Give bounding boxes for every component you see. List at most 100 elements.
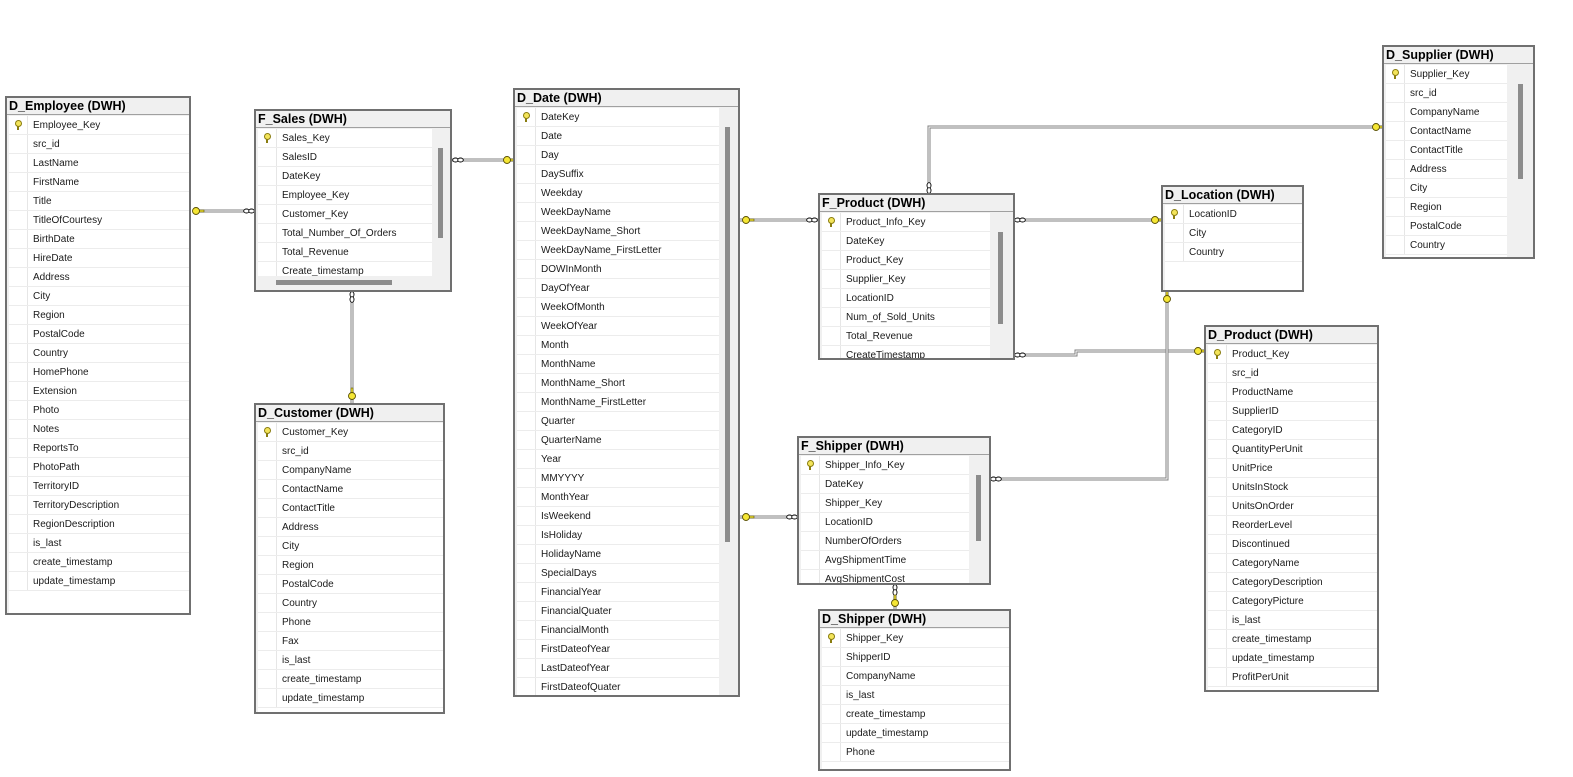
row-selector[interactable] <box>517 393 536 411</box>
horizontal-scrollbar-thumb[interactable] <box>276 280 392 285</box>
column-row[interactable]: Total_Revenue <box>258 243 432 262</box>
table-title[interactable]: D_Employee (DWH) <box>7 98 189 115</box>
row-selector[interactable] <box>258 499 277 517</box>
column-row[interactable]: PhotoPath <box>9 458 189 477</box>
row-selector[interactable] <box>1386 217 1405 235</box>
row-selector[interactable] <box>822 686 841 704</box>
row-selector[interactable] <box>258 689 277 707</box>
row-selector[interactable] <box>1208 364 1227 382</box>
row-selector[interactable] <box>9 268 28 286</box>
column-row[interactable]: City <box>1165 224 1302 243</box>
column-row[interactable]: CategoryDescription <box>1208 573 1377 592</box>
link-fsales-dcustomer[interactable] <box>348 291 356 403</box>
row-selector[interactable] <box>9 154 28 172</box>
column-row[interactable]: FirstName <box>9 173 189 192</box>
row-selector[interactable] <box>822 213 841 231</box>
row-selector[interactable] <box>822 251 841 269</box>
row-selector[interactable] <box>258 556 277 574</box>
row-selector[interactable] <box>517 260 536 278</box>
vertical-scrollbar-thumb[interactable] <box>1518 84 1523 179</box>
column-row[interactable]: SupplierID <box>1208 402 1377 421</box>
row-selector[interactable] <box>517 241 536 259</box>
row-selector[interactable] <box>1208 440 1227 458</box>
row-selector[interactable] <box>1208 516 1227 534</box>
row-selector[interactable] <box>517 507 536 525</box>
column-row[interactable]: UnitsOnOrder <box>1208 497 1377 516</box>
row-selector[interactable] <box>822 346 841 358</box>
column-row[interactable]: HomePhone <box>9 363 189 382</box>
row-selector[interactable] <box>258 480 277 498</box>
column-row[interactable]: BirthDate <box>9 230 189 249</box>
row-selector[interactable] <box>9 363 28 381</box>
row-selector[interactable] <box>258 613 277 631</box>
row-selector[interactable] <box>258 186 277 204</box>
vertical-scrollbar-thumb[interactable] <box>725 127 730 542</box>
column-row[interactable]: ProductName <box>1208 383 1377 402</box>
row-selector[interactable] <box>517 526 536 544</box>
column-row[interactable]: DaySuffix <box>517 165 719 184</box>
row-selector[interactable] <box>258 632 277 650</box>
row-selector[interactable] <box>517 317 536 335</box>
column-row[interactable]: TitleOfCourtesy <box>9 211 189 230</box>
row-selector[interactable] <box>517 678 536 695</box>
vertical-scrollbar-thumb[interactable] <box>438 148 443 238</box>
row-selector[interactable] <box>9 249 28 267</box>
column-row[interactable]: ReorderLevel <box>1208 516 1377 535</box>
row-selector[interactable] <box>9 230 28 248</box>
row-selector[interactable] <box>258 148 277 166</box>
row-selector[interactable] <box>9 477 28 495</box>
column-row[interactable]: QuarterName <box>517 431 719 450</box>
column-row[interactable]: Quarter <box>517 412 719 431</box>
row-selector[interactable] <box>517 583 536 601</box>
row-selector[interactable] <box>258 670 277 688</box>
column-row[interactable]: RegionDescription <box>9 515 189 534</box>
column-row[interactable]: Supplier_Key <box>822 270 990 289</box>
column-row[interactable]: Title <box>9 192 189 211</box>
column-row[interactable]: Phone <box>258 613 443 632</box>
column-row[interactable]: City <box>258 537 443 556</box>
row-selector[interactable] <box>258 651 277 669</box>
column-row[interactable]: Region <box>1386 198 1507 217</box>
row-selector[interactable] <box>1386 103 1405 121</box>
link-fproduct-dlocation[interactable] <box>1014 216 1164 224</box>
row-selector[interactable] <box>1208 592 1227 610</box>
column-row[interactable]: Day <box>517 146 719 165</box>
column-row[interactable]: Supplier_Key <box>1386 65 1507 84</box>
row-selector[interactable] <box>822 743 841 761</box>
row-selector[interactable] <box>822 724 841 742</box>
row-selector[interactable] <box>258 594 277 612</box>
column-row[interactable]: DOWInMonth <box>517 260 719 279</box>
column-row[interactable]: update_timestamp <box>1208 649 1377 668</box>
row-selector[interactable] <box>517 640 536 658</box>
column-row[interactable]: is_last <box>1208 611 1377 630</box>
column-row[interactable]: CompanyName <box>822 667 1009 686</box>
row-selector[interactable] <box>822 232 841 250</box>
column-row[interactable]: HolidayName <box>517 545 719 564</box>
column-row[interactable]: LocationID <box>801 513 969 532</box>
row-selector[interactable] <box>822 705 841 723</box>
column-row[interactable]: src_id <box>9 135 189 154</box>
row-selector[interactable] <box>801 494 820 512</box>
column-row[interactable]: FinancialQuater <box>517 602 719 621</box>
column-row[interactable]: Customer_Key <box>258 205 432 224</box>
table-title[interactable]: D_Date (DWH) <box>515 90 738 107</box>
column-row[interactable]: IsHoliday <box>517 526 719 545</box>
row-selector[interactable] <box>258 461 277 479</box>
row-selector[interactable] <box>1386 179 1405 197</box>
column-row[interactable]: Country <box>258 594 443 613</box>
column-row[interactable]: Notes <box>9 420 189 439</box>
column-row[interactable]: FirstDateofYear <box>517 640 719 659</box>
row-selector[interactable] <box>258 243 277 261</box>
column-row[interactable]: Shipper_Key <box>822 629 1009 648</box>
column-row[interactable]: create_timestamp <box>9 553 189 572</box>
column-row[interactable]: DateKey <box>822 232 990 251</box>
row-selector[interactable] <box>9 515 28 533</box>
column-row[interactable]: Photo <box>9 401 189 420</box>
row-selector[interactable] <box>1208 383 1227 401</box>
table-title[interactable]: F_Sales (DWH) <box>256 111 450 128</box>
row-selector[interactable] <box>1386 236 1405 254</box>
link-fshipper-ddate[interactable] <box>740 513 798 521</box>
link-fproduct-ddate[interactable] <box>740 216 818 224</box>
column-row[interactable]: ProfitPerUnit <box>1208 668 1377 687</box>
column-row[interactable]: Phone <box>822 743 1009 762</box>
